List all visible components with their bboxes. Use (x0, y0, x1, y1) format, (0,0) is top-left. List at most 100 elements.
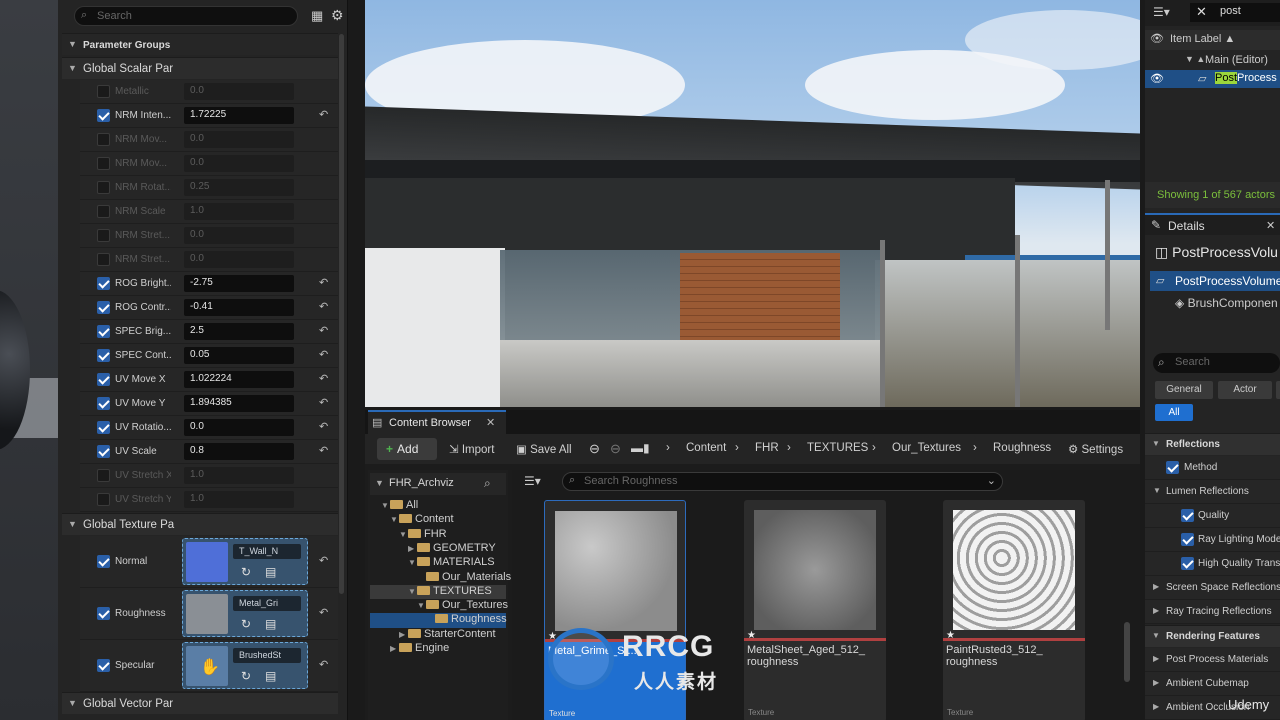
section-parameter-groups[interactable]: ▼ Parameter Groups (62, 33, 338, 55)
search-icon[interactable]: ⌕ (484, 476, 491, 491)
breadcrumb-item[interactable]: Roughness (993, 442, 1051, 454)
component-brush[interactable]: ◈ BrushComponen (1175, 296, 1278, 310)
param-row[interactable]: NRM Mov... 0.0 (80, 128, 338, 152)
details-search-input[interactable]: ⌕ Search (1153, 353, 1280, 373)
param-value-input[interactable]: 1.022224 (184, 371, 294, 388)
param-value-input[interactable]: 1.0 (184, 467, 294, 484)
param-row[interactable]: UV Stretch X 1.0 (80, 464, 338, 488)
close-icon[interactable]: ✕ (486, 416, 495, 429)
param-checkbox[interactable] (97, 659, 110, 672)
param-checkbox[interactable] (97, 85, 110, 98)
reset-icon[interactable]: ↶ (319, 444, 328, 457)
param-checkbox[interactable] (97, 157, 110, 170)
param-value-input[interactable]: 1.0 (184, 203, 294, 220)
component-postprocessvolume[interactable]: ▱ PostProcessVolume (1150, 271, 1280, 291)
group-pp-materials[interactable]: ▶ Post Process Materials (1145, 648, 1280, 672)
texture-slot[interactable]: Metal_Gri ↻ ▤ (182, 590, 308, 637)
param-checkbox[interactable] (97, 555, 110, 568)
param-checkbox[interactable] (97, 109, 110, 122)
checkbox[interactable] (1181, 533, 1194, 546)
reset-icon[interactable]: ↶ (319, 348, 328, 361)
table-view-icon[interactable]: ▦ (311, 8, 323, 24)
param-value-input[interactable]: 0.05 (184, 347, 294, 364)
param-row[interactable]: NRM Mov... 0.0 (80, 152, 338, 176)
param-row[interactable]: NRM Inten... 1.72225 ↶ (80, 104, 338, 128)
param-checkbox[interactable] (97, 445, 110, 458)
param-row[interactable]: UV Move X 1.022224 ↶ (80, 368, 338, 392)
level-viewport[interactable] (365, 0, 1140, 407)
section-rendering-features[interactable]: ▼ Rendering Features (1145, 625, 1280, 647)
param-value-input[interactable]: 0.8 (184, 443, 294, 460)
import-button[interactable]: ⇲ Import (449, 442, 494, 456)
reset-icon[interactable]: ↶ (319, 372, 328, 385)
browse-folder-icon[interactable]: ▤ (265, 565, 276, 579)
browse-folder-icon[interactable]: ▤ (265, 669, 276, 683)
param-checkbox[interactable] (97, 253, 110, 266)
tree-root-header[interactable]: ▼ FHR_Archviz ⌕ (370, 473, 506, 495)
tree-folder-startercontent[interactable]: ▶ StarterContent (399, 628, 496, 642)
texture-param-row[interactable]: Roughness Metal_Gri ↻ ▤ ↶ (80, 588, 338, 640)
param-value-input[interactable]: 0.25 (184, 179, 294, 196)
checkbox[interactable] (1181, 557, 1194, 570)
param-value-input[interactable]: 0.0 (184, 131, 294, 148)
reset-icon[interactable]: ↶ (319, 108, 328, 121)
use-selected-icon[interactable]: ↻ (241, 565, 251, 579)
texture-param-row[interactable]: Normal T_Wall_N ↻ ▤ ↶ (80, 536, 338, 588)
param-row[interactable]: NRM Stret... 0.0 (80, 224, 338, 248)
param-row[interactable]: UV Stretch Y 1.0 (80, 488, 338, 512)
param-checkbox[interactable] (97, 133, 110, 146)
breadcrumb-item[interactable]: Content (686, 442, 726, 454)
param-row[interactable]: NRM Stret... 0.0 (80, 248, 338, 272)
filter-icon[interactable]: ☰▾ (1153, 5, 1170, 19)
param-value-input[interactable]: 0.0 (184, 419, 294, 436)
param-search-input[interactable]: ⌕ Search (74, 6, 298, 26)
param-row[interactable]: Metallic 0.0 (80, 80, 338, 104)
texture-picker-dropdown[interactable]: Metal_Gri (233, 596, 301, 611)
group-lumen-reflections[interactable]: ▼ Lumen Reflections (1145, 480, 1280, 504)
tree-folder-roughness[interactable]: Roughness (426, 613, 507, 627)
section-reflections[interactable]: ▼ Reflections (1145, 433, 1280, 455)
param-value-input[interactable]: 0.0 (184, 251, 294, 268)
param-checkbox[interactable] (97, 277, 110, 290)
param-row[interactable]: UV Rotatio... 0.0 ↶ (80, 416, 338, 440)
tree-folder-our_textures[interactable]: ▼ Our_Textures (417, 599, 508, 613)
reset-icon[interactable]: ↶ (319, 276, 328, 289)
section-global-scalar[interactable]: ▼ Global Scalar Par (62, 57, 338, 79)
param-value-input[interactable]: 1.894385 (184, 395, 294, 412)
param-checkbox[interactable] (97, 301, 110, 314)
filter-icon[interactable]: ☰▾ (524, 474, 541, 488)
param-value-input[interactable]: 1.72225 (184, 107, 294, 124)
param-value-input[interactable]: -2.75 (184, 275, 294, 292)
tab-content-browser[interactable]: ▤ Content Browser ✕ (368, 410, 506, 434)
chevron-down-icon[interactable]: ⌄ (987, 474, 996, 487)
param-row[interactable]: ROG Contr... -0.41 ↶ (80, 296, 338, 320)
checkbox[interactable] (1166, 461, 1179, 474)
param-value-input[interactable]: 0.0 (184, 155, 294, 172)
outliner-column-header[interactable]: 👁 Item Label ▲ (1145, 30, 1280, 50)
use-selected-icon[interactable]: ↻ (241, 617, 251, 631)
tab-overflow[interactable] (1276, 381, 1280, 399)
tree-folder-geometry[interactable]: ▶ GEOMETRY (408, 542, 496, 556)
param-row[interactable]: NRM Rotat... 0.25 (80, 176, 338, 200)
prop-high-quality[interactable]: High Quality Trans (1145, 552, 1280, 576)
param-checkbox[interactable] (97, 493, 110, 506)
gear-icon[interactable]: ⚙ (331, 7, 344, 24)
param-row[interactable]: SPEC Cont... 0.05 ↶ (80, 344, 338, 368)
param-checkbox[interactable] (97, 205, 110, 218)
prop-quality[interactable]: Quality (1145, 504, 1280, 528)
param-checkbox[interactable] (97, 469, 110, 482)
param-checkbox[interactable] (97, 421, 110, 434)
outliner-search-input[interactable]: ✕ post (1190, 3, 1280, 22)
tree-folder-textures[interactable]: ▼ TEXTURES (408, 585, 492, 599)
breadcrumb-item[interactable]: TEXTURES (807, 442, 868, 454)
param-row[interactable]: UV Scale 0.8 ↶ (80, 440, 338, 464)
reset-icon[interactable]: ↶ (319, 606, 328, 619)
reset-icon[interactable]: ↶ (319, 300, 328, 313)
breadcrumb-item[interactable]: FHR (755, 442, 779, 454)
texture-picker-dropdown[interactable]: BrushedSt (233, 648, 301, 663)
reset-icon[interactable]: ↶ (319, 420, 328, 433)
param-checkbox[interactable] (97, 397, 110, 410)
param-checkbox[interactable] (97, 349, 110, 362)
reset-icon[interactable]: ↶ (319, 396, 328, 409)
param-value-input[interactable]: 1.0 (184, 491, 294, 508)
